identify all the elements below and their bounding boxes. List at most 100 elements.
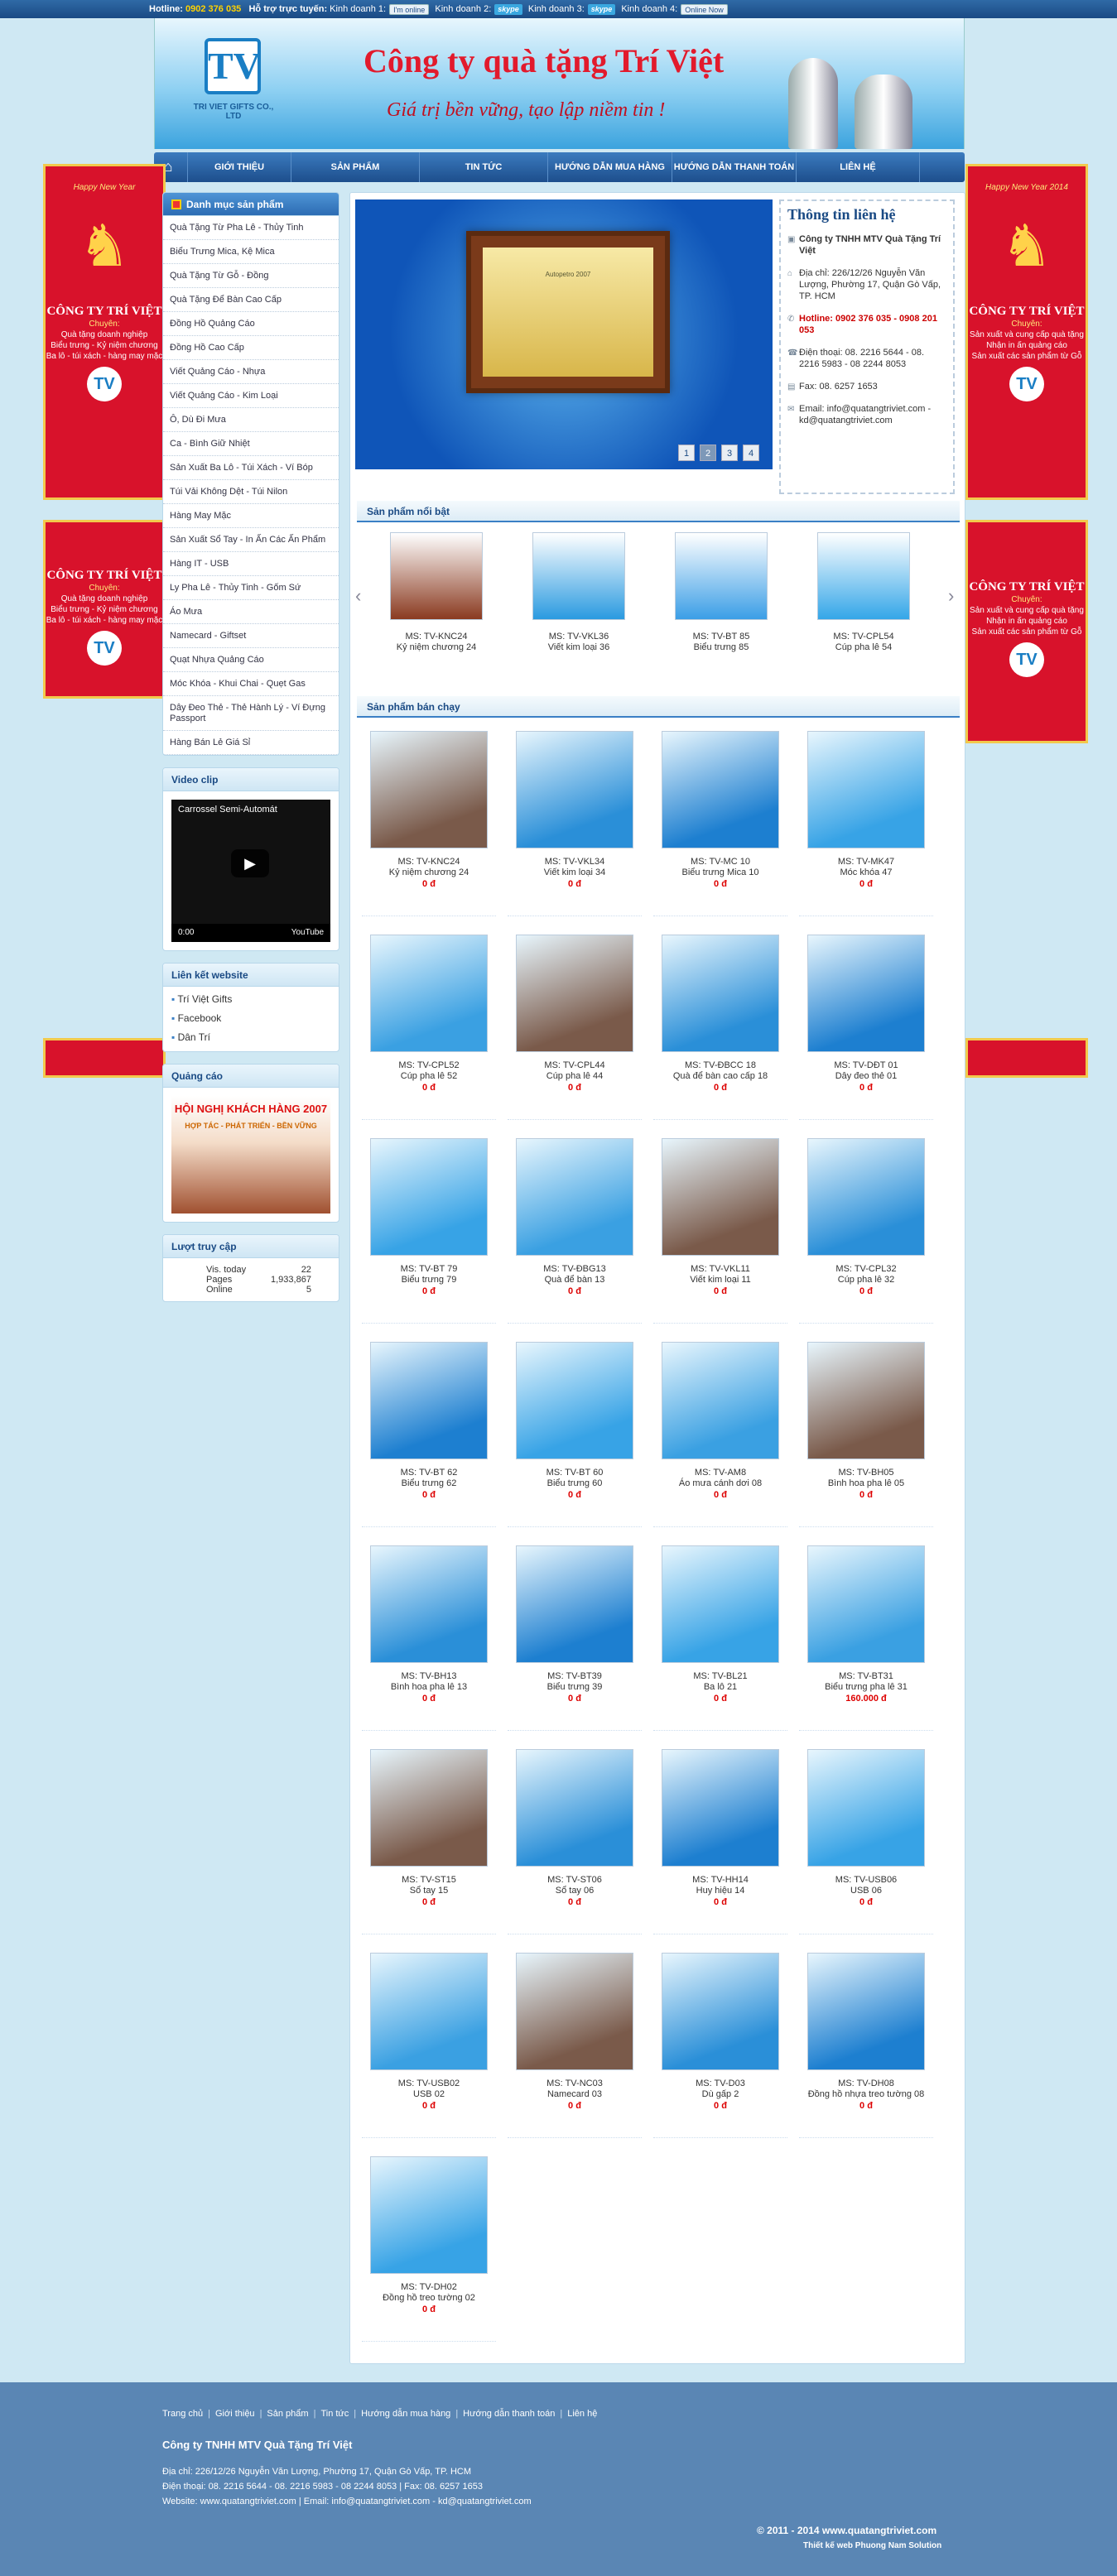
product-name[interactable]: Kỷ niệm chương 24 — [362, 867, 496, 878]
product-name[interactable]: Biểu trưng 60 — [508, 1478, 642, 1489]
category-item[interactable]: Đồng Hồ Cao Cấp — [163, 336, 339, 360]
youtube-logo[interactable]: YouTube — [291, 924, 324, 942]
product-card[interactable]: MS: TV-VKL11 Viết kim loại 11 0 đ — [653, 1130, 787, 1324]
product-card[interactable]: MS: TV-CPL52 Cúp pha lê 52 0 đ — [362, 926, 496, 1120]
product-image[interactable] — [390, 532, 483, 620]
product-name[interactable]: Ba lô 21 — [653, 1682, 787, 1693]
product-name[interactable]: Huy hiệu 14 — [653, 1886, 787, 1896]
product-card[interactable]: MS: TV-BT 79 Biểu trưng 79 0 đ — [362, 1130, 496, 1324]
category-item[interactable]: Sản Xuất Sổ Tay - In Ấn Các Ấn Phẩm — [163, 528, 339, 552]
product-image[interactable] — [662, 1138, 779, 1256]
featured-product[interactable]: MS: TV-CPL54 Cúp pha lê 54 — [817, 532, 910, 653]
category-item[interactable]: Hàng Bán Lẻ Giá Sỉ — [163, 731, 339, 755]
product-name[interactable]: Áo mưa cánh dơi 08 — [653, 1478, 787, 1489]
product-image[interactable] — [370, 1749, 488, 1867]
product-name[interactable]: Biểu trưng pha lê 31 — [799, 1682, 933, 1693]
category-item[interactable]: Đồng Hồ Quảng Cáo — [163, 312, 339, 336]
product-name[interactable]: Bình hoa pha lê 05 — [799, 1478, 933, 1489]
featured-product[interactable]: MS: TV-KNC24 Kỷ niệm chương 24 — [390, 532, 483, 653]
product-name[interactable]: Đồng hồ nhựa treo tường 08 — [799, 2089, 933, 2100]
product-card[interactable]: MS: TV-MK47 Móc khóa 47 0 đ — [799, 723, 933, 916]
play-icon[interactable]: ▶ — [231, 849, 269, 877]
product-image[interactable] — [516, 1749, 633, 1867]
chevron-left-icon[interactable]: ‹ — [355, 585, 361, 607]
category-item[interactable]: Viết Quảng Cáo - Nhựa — [163, 360, 339, 384]
product-name[interactable]: USB 02 — [362, 2089, 496, 2100]
category-item[interactable]: Ô, Dù Đi Mưa — [163, 408, 339, 432]
category-item[interactable]: Áo Mưa — [163, 600, 339, 624]
product-image[interactable] — [516, 935, 633, 1052]
nav-news[interactable]: TIN TỨC — [419, 152, 547, 182]
category-item[interactable]: Túi Vải Không Dệt - Túi Nilon — [163, 480, 339, 504]
product-card[interactable]: MS: TV-BL21 Ba lô 21 0 đ — [653, 1537, 787, 1731]
product-image[interactable] — [807, 731, 925, 848]
footer-link[interactable]: Trang chủ — [162, 2409, 203, 2419]
product-image[interactable] — [817, 532, 910, 620]
product-image[interactable] — [370, 2156, 488, 2274]
product-image[interactable] — [662, 1953, 779, 2070]
video-player[interactable]: Carrossel Semi-Automát ▶ 0:00 YouTube — [171, 800, 330, 942]
sales-4-status[interactable]: Online Now — [681, 3, 728, 15]
product-image[interactable] — [532, 532, 625, 620]
category-item[interactable]: Hàng IT - USB — [163, 552, 339, 576]
left-side-ad-3[interactable] — [43, 1038, 166, 1078]
hotline-number[interactable]: 0902 376 035 — [185, 4, 241, 14]
product-card[interactable]: MS: TV-DH02 Đồng hồ treo tường 02 0 đ — [362, 2148, 496, 2342]
chevron-right-icon[interactable]: › — [948, 585, 954, 607]
product-name[interactable]: Cúp pha lê 44 — [508, 1071, 642, 1082]
footer-link[interactable]: Hướng dẫn mua hàng — [361, 2409, 450, 2419]
product-card[interactable]: MS: TV-BT39 Biểu trưng 39 0 đ — [508, 1537, 642, 1731]
product-image[interactable] — [370, 935, 488, 1052]
product-card[interactable]: MS: TV-USB02 USB 02 0 đ — [362, 1944, 496, 2138]
sales-3-skype[interactable]: skype — [587, 3, 616, 15]
product-card[interactable]: MS: TV-HH14 Huy hiệu 14 0 đ — [653, 1741, 787, 1934]
product-image[interactable] — [807, 1138, 925, 1256]
category-item[interactable]: Quà Tặng Để Bàn Cao Cấp — [163, 288, 339, 312]
slider-page-1[interactable]: 1 — [678, 445, 695, 461]
product-image[interactable] — [370, 1138, 488, 1256]
category-item[interactable]: Namecard - Giftset — [163, 624, 339, 648]
product-name[interactable]: Biểu trưng Mica 10 — [653, 867, 787, 878]
product-card[interactable]: MS: TV-VKL34 Viết kim loại 34 0 đ — [508, 723, 642, 916]
product-name[interactable]: USB 06 — [799, 1886, 933, 1896]
slider-page-2[interactable]: 2 — [700, 445, 716, 461]
product-name[interactable]: Kỷ niệm chương 24 — [390, 642, 483, 653]
product-card[interactable]: MS: TV-NC03 Namecard 03 0 đ — [508, 1944, 642, 2138]
product-card[interactable]: MS: TV-BH13 Bình hoa pha lê 13 0 đ — [362, 1537, 496, 1731]
nav-buying-guide[interactable]: HƯỚNG DẪN MUA HÀNG — [547, 152, 672, 182]
product-image[interactable] — [370, 1545, 488, 1663]
product-image[interactable] — [662, 1749, 779, 1867]
product-name[interactable]: Cúp pha lê 52 — [362, 1071, 496, 1082]
product-name[interactable]: Biểu trưng 62 — [362, 1478, 496, 1489]
product-name[interactable]: Biểu trưng 79 — [362, 1275, 496, 1286]
product-name[interactable]: Dù gấp 2 — [653, 2089, 787, 2100]
product-name[interactable]: Đồng hồ treo tường 02 — [362, 2293, 496, 2304]
footer-link[interactable]: Giới thiệu — [215, 2409, 255, 2419]
product-image[interactable] — [516, 1138, 633, 1256]
product-image[interactable] — [807, 1749, 925, 1867]
product-name[interactable]: Sổ tay 15 — [362, 1886, 496, 1896]
video-controls[interactable]: 0:00 YouTube — [171, 924, 330, 942]
product-name[interactable]: Móc khóa 47 — [799, 867, 933, 878]
contact-email[interactable]: Email: info@quatangtriviet.com - kd@quat… — [799, 404, 931, 425]
product-card[interactable]: MS: TV-DĐT 01 Dây đeo thẻ 01 0 đ — [799, 926, 933, 1120]
category-item[interactable]: Quạt Nhựa Quảng Cáo — [163, 648, 339, 672]
product-name[interactable]: Quà để bàn 13 — [508, 1275, 642, 1286]
footer-link[interactable]: Hướng dẫn thanh toán — [463, 2409, 555, 2419]
product-image[interactable] — [807, 1342, 925, 1459]
product-image[interactable] — [807, 935, 925, 1052]
right-side-ad-3[interactable] — [965, 1038, 1088, 1078]
category-item[interactable]: Sản Xuất Ba Lô - Túi Xách - Ví Bóp — [163, 456, 339, 480]
sales-2-skype[interactable]: skype — [494, 3, 522, 15]
product-name[interactable]: Cúp pha lê 32 — [799, 1275, 933, 1286]
product-card[interactable]: MS: TV-CPL44 Cúp pha lê 44 0 đ — [508, 926, 642, 1120]
product-name[interactable]: Viết kim loại 36 — [532, 642, 625, 653]
left-side-ad-2[interactable]: CÔNG TY TRÍ VIỆT Chuyên: Quà tặng doanh … — [43, 520, 166, 699]
link-facebook[interactable]: Facebook — [178, 1012, 222, 1024]
category-item[interactable]: Quà Tặng Từ Gỗ - Đồng — [163, 264, 339, 288]
product-name[interactable]: Cúp pha lê 54 — [817, 642, 910, 653]
nav-contact[interactable]: LIÊN HỆ — [796, 152, 920, 182]
category-item[interactable]: Móc Khóa - Khui Chai - Quẹt Gas — [163, 672, 339, 696]
product-card[interactable]: MS: TV-KNC24 Kỷ niệm chương 24 0 đ — [362, 723, 496, 916]
footer-link[interactable]: Tin tức — [320, 2409, 349, 2419]
